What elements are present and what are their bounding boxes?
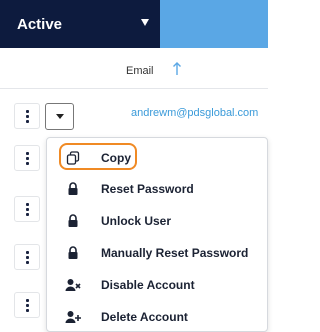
menu-item-label: Unlock User <box>101 214 172 228</box>
status-filter-label: Active <box>17 15 63 33</box>
menu-item-disable-account[interactable]: Disable Account <box>47 270 269 300</box>
menu-item-label: Manually Reset Password <box>101 246 249 260</box>
kebab-icon <box>25 202 29 216</box>
table-header: Email <box>0 48 268 89</box>
sort-ascending-icon[interactable] <box>172 62 182 76</box>
lock-icon <box>65 213 81 229</box>
caret-down-icon <box>141 19 149 26</box>
kebab-icon <box>25 109 29 123</box>
menu-item-label: Delete Account <box>101 310 188 324</box>
menu-item-delete-account[interactable]: Delete Account <box>47 302 269 332</box>
kebab-icon <box>25 298 29 312</box>
user-remove-icon <box>65 277 81 293</box>
row-actions-button[interactable] <box>14 196 40 222</box>
header-bar <box>160 0 268 48</box>
email-link[interactable]: andrewm@pdsglobal.com <box>131 107 258 119</box>
menu-item-unlock-user[interactable]: Unlock User <box>47 206 269 236</box>
kebab-icon <box>25 250 29 264</box>
row-actions-button[interactable] <box>14 103 40 129</box>
menu-item-label: Copy <box>101 151 131 165</box>
menu-item-manually-reset-password[interactable]: Manually Reset Password <box>47 238 269 268</box>
actions-menu: Copy Reset Password Unlock User Manually <box>46 137 268 332</box>
row-actions-button[interactable] <box>14 292 40 318</box>
lock-icon <box>65 181 81 197</box>
menu-item-copy[interactable]: Copy <box>47 143 269 173</box>
copy-icon <box>65 150 81 166</box>
row-actions-button[interactable] <box>14 244 40 270</box>
row-actions-button[interactable] <box>14 145 40 171</box>
menu-item-label: Disable Account <box>101 278 195 292</box>
menu-item-label: Reset Password <box>101 182 194 196</box>
column-header-email[interactable]: Email <box>126 65 154 77</box>
status-filter-dropdown[interactable]: Active <box>0 0 160 48</box>
menu-item-reset-password[interactable]: Reset Password <box>47 174 269 204</box>
user-add-icon <box>65 309 81 325</box>
lock-icon <box>65 245 81 261</box>
caret-down-icon <box>55 114 64 119</box>
actions-dropdown-toggle[interactable] <box>45 103 74 130</box>
kebab-icon <box>25 151 29 165</box>
